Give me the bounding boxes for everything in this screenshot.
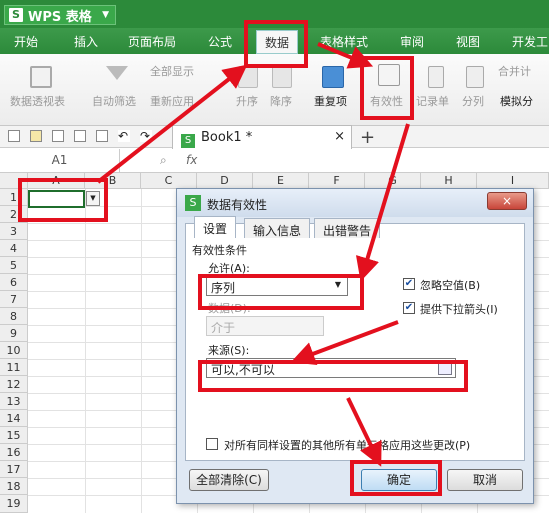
- dialog-close-button[interactable]: ×: [487, 192, 527, 210]
- menu-table-style[interactable]: 表格样式: [320, 33, 368, 50]
- autofilter-button[interactable]: 自动筛选: [92, 93, 136, 109]
- row-header[interactable]: 13: [0, 393, 28, 410]
- row-header[interactable]: 19: [0, 495, 28, 513]
- show-all-button[interactable]: 全部显示: [150, 63, 194, 79]
- pivot-table-button[interactable]: 数据透视表: [10, 93, 65, 109]
- sort-desc-icon: [272, 66, 292, 88]
- simulate-analysis-button[interactable]: 模拟分: [500, 93, 533, 109]
- validity-group-title: 有效性条件: [192, 244, 247, 257]
- row-header[interactable]: 5: [0, 257, 28, 274]
- redo-icon[interactable]: ↷: [140, 130, 152, 142]
- fx-icon[interactable]: fx: [186, 153, 197, 167]
- merge-calc-button[interactable]: 合并计: [498, 63, 531, 79]
- menu-formula[interactable]: 公式: [208, 33, 232, 50]
- row-header[interactable]: 18: [0, 478, 28, 495]
- split-column-icon: [466, 66, 484, 88]
- column-header[interactable]: H: [421, 173, 477, 189]
- grid-line: [141, 189, 142, 513]
- data-select: 介于: [206, 316, 324, 336]
- data-select-value: 介于: [211, 321, 236, 335]
- wps-app-menu-button[interactable]: S WPS 表格 ▼: [4, 5, 116, 25]
- print-icon[interactable]: [74, 130, 86, 142]
- reapply-button[interactable]: 重新应用: [150, 93, 194, 109]
- column-header[interactable]: D: [197, 173, 253, 189]
- highlight-box-data-menu: [244, 20, 308, 68]
- record-form-button[interactable]: 记录单: [416, 93, 449, 109]
- column-header[interactable]: C: [141, 173, 197, 189]
- search-icon[interactable]: ⌕: [160, 153, 167, 168]
- tab-input-message[interactable]: 输入信息: [244, 218, 311, 238]
- column-header[interactable]: G: [365, 173, 421, 189]
- row-header[interactable]: 17: [0, 461, 28, 478]
- highlight-box-allow: [198, 274, 364, 310]
- name-box[interactable]: A1: [0, 149, 120, 172]
- save-icon[interactable]: [52, 130, 64, 142]
- duplicates-button[interactable]: 重复项: [314, 93, 347, 109]
- undo-icon[interactable]: ↶: [118, 130, 130, 142]
- app-title: WPS 表格: [28, 9, 92, 25]
- tab-error-alert[interactable]: 出错警告: [314, 218, 381, 238]
- pivot-table-icon: [30, 66, 52, 88]
- record-form-icon: [428, 66, 444, 88]
- new-file-icon[interactable]: [8, 130, 20, 142]
- row-header[interactable]: 4: [0, 240, 28, 257]
- column-header[interactable]: E: [253, 173, 309, 189]
- row-header[interactable]: 3: [0, 223, 28, 240]
- menu-insert[interactable]: 插入: [74, 33, 98, 50]
- clear-all-button[interactable]: 全部清除(C): [189, 469, 269, 491]
- row-header[interactable]: 10: [0, 342, 28, 359]
- source-label: 来源(S):: [208, 344, 250, 357]
- menu-developer[interactable]: 开发工: [512, 33, 548, 50]
- wps-logo-icon: S: [9, 8, 23, 22]
- menu-page-layout[interactable]: 页面布局: [128, 33, 176, 50]
- row-header[interactable]: 6: [0, 274, 28, 291]
- row-header[interactable]: 12: [0, 376, 28, 393]
- dropdown-arrow-checkbox[interactable]: ✔: [403, 302, 415, 314]
- sort-desc-button[interactable]: 降序: [270, 93, 292, 109]
- row-header[interactable]: 14: [0, 410, 28, 427]
- row-header[interactable]: 11: [0, 359, 28, 376]
- row-header[interactable]: 7: [0, 291, 28, 308]
- column-header[interactable]: I: [477, 173, 549, 189]
- apply-all-label: 对所有同样设置的其他所有单元格应用这些更改(P): [224, 439, 471, 452]
- spreadsheet-icon: S: [181, 134, 195, 148]
- book-tab-label: Book1 *: [201, 130, 253, 145]
- cancel-button[interactable]: 取消: [447, 469, 523, 491]
- new-tab-button[interactable]: +: [360, 127, 375, 148]
- column-header[interactable]: F: [309, 173, 365, 189]
- open-folder-icon[interactable]: [30, 130, 42, 142]
- formula-bar: A1 ⌕ fx: [0, 149, 549, 173]
- menu-home[interactable]: 开始: [14, 33, 38, 50]
- dialog-title-bar[interactable]: S 数据有效性 ×: [177, 189, 533, 217]
- ignore-blank-label: 忽略空值(B): [420, 279, 481, 292]
- dropdown-arrow-label: 提供下拉箭头(I): [420, 303, 498, 316]
- highlight-box-source: [198, 360, 468, 392]
- data-validity-dialog: S 数据有效性 × 设置 输入信息 出错警告 有效性条件 允许(A): 序列 ▼…: [176, 188, 534, 504]
- apply-all-checkbox[interactable]: [206, 438, 218, 450]
- menu-review[interactable]: 审阅: [400, 33, 424, 50]
- highlight-box-cell: [18, 178, 108, 222]
- split-column-button[interactable]: 分列: [462, 93, 484, 109]
- row-header[interactable]: 9: [0, 325, 28, 342]
- ignore-blank-checkbox[interactable]: ✔: [403, 278, 415, 290]
- chevron-down-icon: ▼: [102, 10, 109, 20]
- duplicates-icon: [322, 66, 344, 88]
- grid-line: [85, 189, 86, 513]
- wps-logo-icon: S: [185, 195, 201, 211]
- menu-view[interactable]: 视图: [456, 33, 480, 50]
- row-header[interactable]: 16: [0, 444, 28, 461]
- tab-book1[interactable]: S Book1 * ×: [172, 125, 352, 149]
- dialog-tab-panel: 设置 输入信息 出错警告 有效性条件 允许(A): 序列 ▼ 数据(D): 介于…: [185, 216, 525, 461]
- row-header[interactable]: 15: [0, 427, 28, 444]
- row-header[interactable]: 8: [0, 308, 28, 325]
- dialog-title: 数据有效性: [207, 198, 268, 212]
- sort-asc-button[interactable]: 升序: [236, 93, 258, 109]
- tab-settings[interactable]: 设置: [194, 216, 237, 238]
- close-tab-icon[interactable]: ×: [334, 129, 345, 144]
- filter-icon: [106, 66, 128, 88]
- preview-icon[interactable]: [96, 130, 108, 142]
- highlight-box-ok: [350, 460, 442, 496]
- highlight-box-validity: [360, 56, 414, 120]
- sort-asc-icon: [238, 66, 258, 88]
